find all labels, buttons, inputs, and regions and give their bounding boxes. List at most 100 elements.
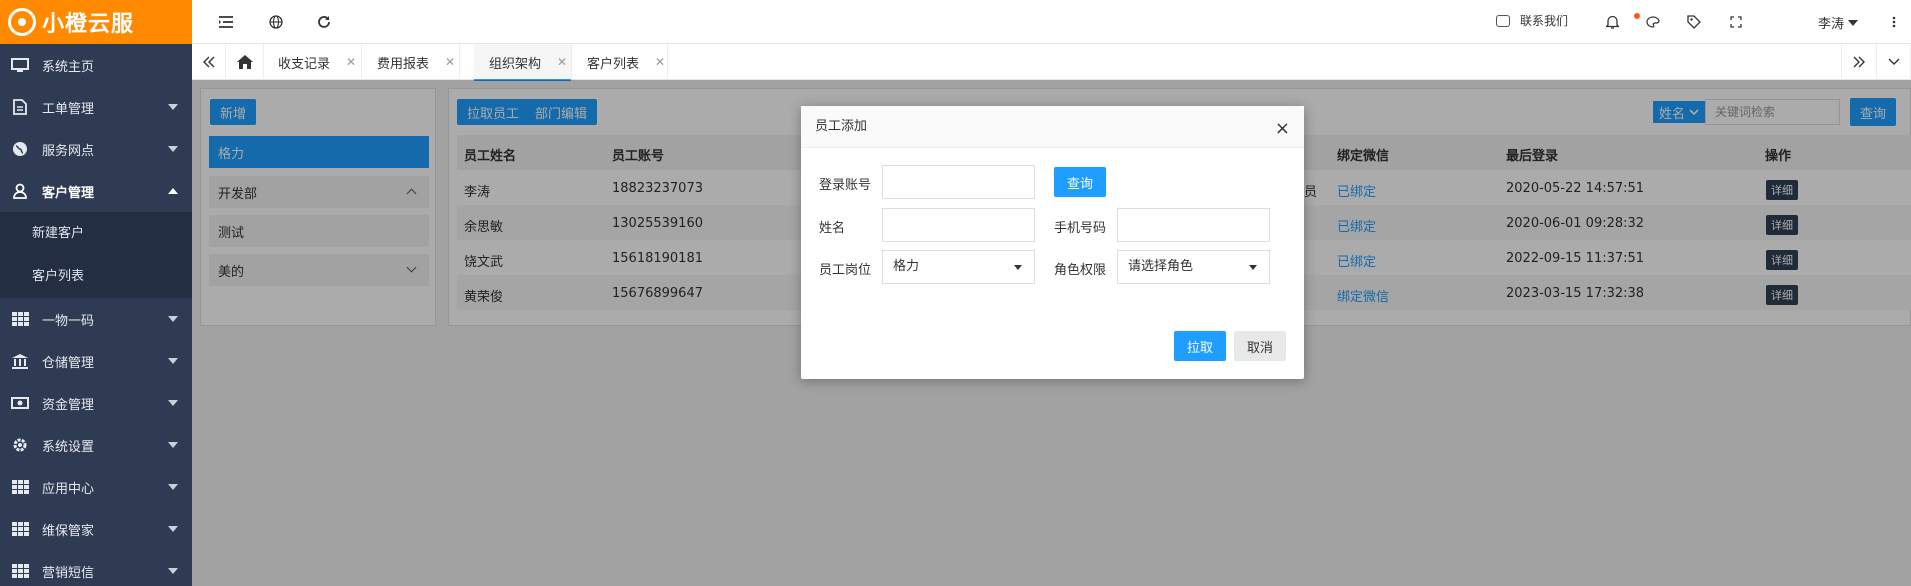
more-vertical-icon[interactable] <box>1886 14 1902 30</box>
tab-expense-report[interactable]: 费用报表 ✕ <box>362 44 460 80</box>
role-select[interactable]: 请选择角色 <box>1117 250 1270 284</box>
sidebar-item-service[interactable]: 服务网点 <box>0 128 192 170</box>
name-input[interactable] <box>882 208 1035 242</box>
bell-icon[interactable] <box>1604 14 1620 30</box>
caret-down-icon <box>1249 265 1257 270</box>
role-label: 角色权限 <box>1054 263 1107 278</box>
sidebar-item-label: 资金管理 <box>42 397 95 413</box>
user-name: 李涛 <box>1818 17 1845 32</box>
sidebar-item-home[interactable]: 系统主页 <box>0 44 192 86</box>
sidebar-item-label: 仓储管理 <box>42 355 95 371</box>
tabs-scroll-right-button[interactable] <box>1841 44 1877 80</box>
cancel-button[interactable]: 取消 <box>1234 331 1286 361</box>
grid-icon <box>10 521 30 537</box>
tab-label: 客户列表 <box>587 56 640 72</box>
tag-icon[interactable] <box>1686 14 1702 30</box>
login-account-label: 登录账号 <box>819 178 872 193</box>
globe-icon[interactable] <box>268 14 284 30</box>
sidebar-item-label: 应用中心 <box>42 481 95 497</box>
chat-icon <box>1496 14 1510 27</box>
chevron-down-icon <box>168 568 178 574</box>
sidebar-item-label: 一物一码 <box>42 313 95 329</box>
customers-submenu: 新建客户 客户列表 <box>0 212 192 298</box>
contact-us-label: 联系我们 <box>1520 14 1569 28</box>
query-button[interactable]: 查询 <box>1054 167 1106 197</box>
tab-label: 收支记录 <box>278 56 331 72</box>
globe-icon <box>10 141 30 157</box>
sidebar-item-label: 系统主页 <box>42 59 95 75</box>
gear-icon <box>10 437 30 453</box>
post-label: 员工岗位 <box>819 263 872 278</box>
close-icon[interactable]: ✕ <box>346 55 356 69</box>
notification-badge <box>1634 13 1640 19</box>
sidebar-item-warehouse[interactable]: 仓储管理 <box>0 340 192 382</box>
phone-input[interactable] <box>1117 208 1270 242</box>
sidebar-item-maintenance[interactable]: 维保管家 <box>0 508 192 550</box>
tab-home[interactable] <box>226 44 264 80</box>
tabs-bar: 收支记录 ✕ 费用报表 ✕ 组织架构 ✕ 客户列表 ✕ <box>192 44 1911 81</box>
post-select[interactable]: 格力 <box>882 250 1035 284</box>
close-icon[interactable]: × <box>1275 118 1290 139</box>
grid-icon <box>10 479 30 495</box>
submenu-customer-list[interactable]: 客户列表 <box>0 255 192 298</box>
login-account-input[interactable] <box>882 165 1035 199</box>
bank-icon <box>10 353 30 369</box>
close-icon[interactable]: ✕ <box>557 55 567 69</box>
dialog-title: 员工添加 <box>801 106 1304 148</box>
refresh-icon[interactable] <box>316 14 332 30</box>
contact-us-button[interactable]: 联系我们 <box>1496 12 1568 29</box>
caret-down-icon <box>1848 19 1859 26</box>
menu-toggle-icon[interactable] <box>218 14 234 30</box>
sidebar-item-label: 工单管理 <box>42 101 95 117</box>
monitor-icon <box>10 57 30 73</box>
tabs-scroll-left-button[interactable] <box>192 44 226 80</box>
chevron-up-icon <box>168 188 178 194</box>
chevron-down-icon <box>168 146 178 152</box>
caret-down-icon <box>1014 265 1022 270</box>
top-header: 联系我们 李涛 <box>192 0 1911 44</box>
tabs-menu-button[interactable] <box>1877 44 1911 80</box>
sidebar-item-customers[interactable]: 客户管理 <box>0 170 192 212</box>
sidebar-item-label: 系统设置 <box>42 439 95 455</box>
palette-icon[interactable] <box>1645 14 1661 30</box>
tab-label: 组织架构 <box>489 56 542 72</box>
app-root: 小橙云服 系统主页 工单管理 服务网点 客户管理 新建客户 客户列表 一物一码 … <box>0 0 1911 586</box>
phone-label: 手机号码 <box>1054 221 1107 236</box>
add-employee-dialog: 员工添加 × 登录账号 查询 姓名 手机号码 员工岗位 格力 角色权限 请选择角… <box>801 106 1304 379</box>
brand-name: 小橙云服 <box>42 12 135 37</box>
tab-customer-list[interactable]: 客户列表 ✕ <box>572 44 668 80</box>
tab-org-structure[interactable]: 组织架构 ✕ <box>474 44 572 81</box>
role-select-value: 请选择角色 <box>1128 259 1194 274</box>
close-icon[interactable]: ✕ <box>445 55 455 69</box>
document-icon <box>10 99 30 115</box>
money-icon <box>10 395 30 411</box>
tab-label: 费用报表 <box>377 56 430 72</box>
sidebar-item-label: 服务网点 <box>42 143 95 159</box>
tab-income-records[interactable]: 收支记录 ✕ <box>264 44 362 80</box>
chevron-down-icon <box>168 316 178 322</box>
chevron-down-icon <box>168 400 178 406</box>
pull-submit-button[interactable]: 拉取 <box>1174 331 1226 361</box>
sidebar-item-label: 营销短信 <box>42 565 95 581</box>
sidebar-item-apps[interactable]: 应用中心 <box>0 466 192 508</box>
brand-logo[interactable]: 小橙云服 <box>0 0 192 44</box>
logo-mark-icon <box>8 8 36 36</box>
user-icon <box>10 183 30 199</box>
grid-icon <box>10 563 30 579</box>
close-icon[interactable]: ✕ <box>655 55 665 69</box>
chevron-down-icon <box>1888 58 1899 65</box>
sidebar-item-settings[interactable]: 系统设置 <box>0 424 192 466</box>
chevron-down-icon <box>168 526 178 532</box>
chevron-down-icon <box>168 484 178 490</box>
sidebar-item-onecode[interactable]: 一物一码 <box>0 298 192 340</box>
chevron-down-icon <box>168 442 178 448</box>
sidebar-item-sms[interactable]: 营销短信 <box>0 550 192 586</box>
sidebar-item-label: 客户管理 <box>42 185 95 201</box>
sidebar-item-funds[interactable]: 资金管理 <box>0 382 192 424</box>
submenu-new-customer[interactable]: 新建客户 <box>0 212 192 255</box>
post-select-value: 格力 <box>893 259 920 274</box>
user-menu[interactable]: 李涛 <box>1818 13 1859 32</box>
fullscreen-icon[interactable] <box>1728 14 1744 30</box>
sidebar-item-workorder[interactable]: 工单管理 <box>0 86 192 128</box>
double-chevron-right-icon <box>1853 56 1865 68</box>
